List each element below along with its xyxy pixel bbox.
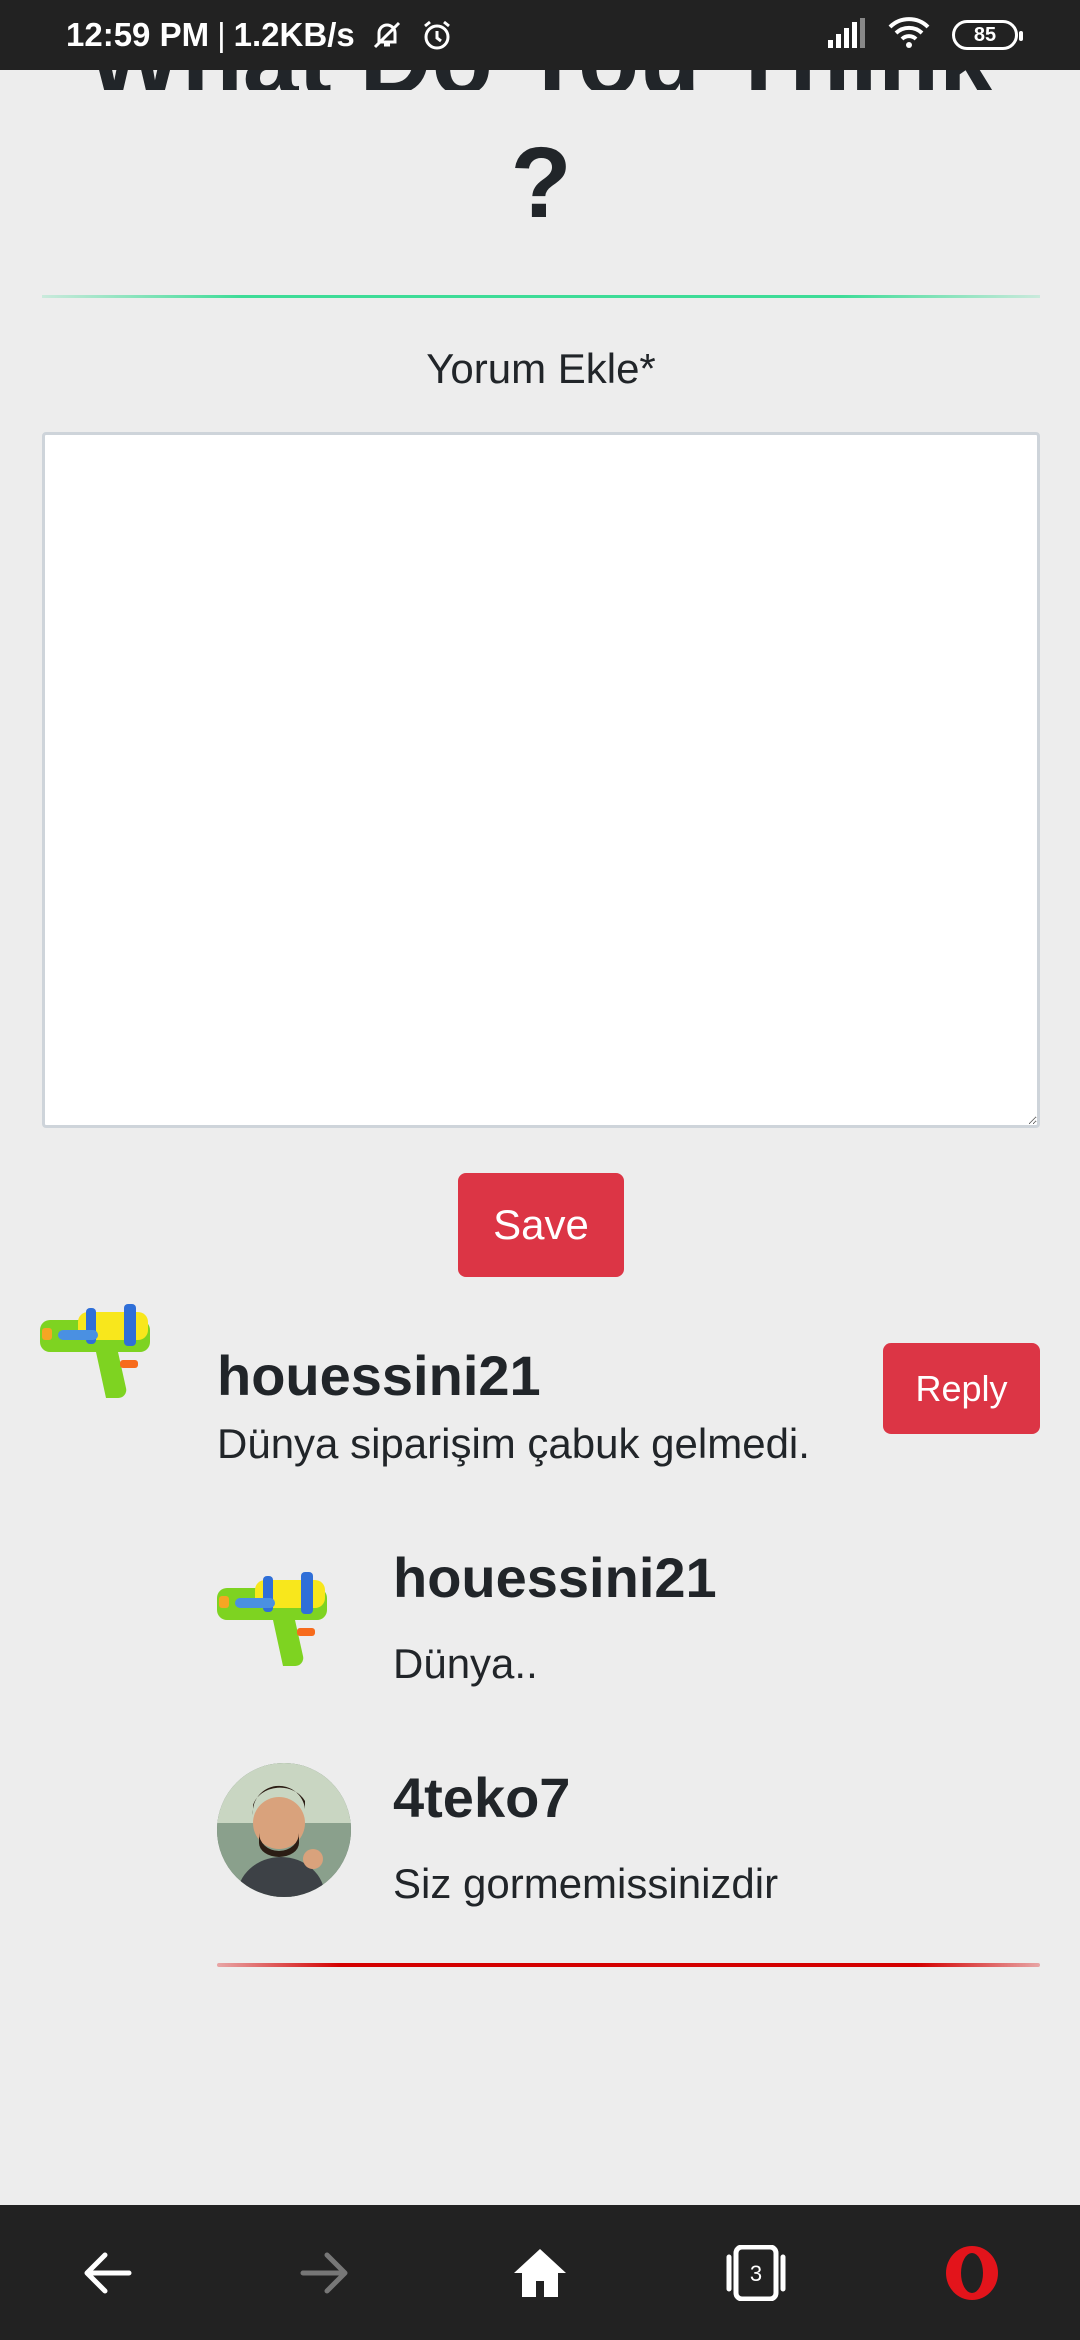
signal-icon bbox=[826, 17, 866, 53]
save-button[interactable]: Save bbox=[458, 1173, 624, 1277]
forward-arrow-icon[interactable] bbox=[264, 2213, 384, 2333]
reply-username[interactable]: houessini21 bbox=[393, 1545, 717, 1610]
reply-text: Dünya.. bbox=[393, 1640, 538, 1687]
network-speed: 1.2KB/s bbox=[233, 16, 355, 53]
comment-textarea[interactable] bbox=[42, 432, 1040, 1128]
back-arrow-icon[interactable] bbox=[48, 2213, 168, 2333]
home-icon[interactable] bbox=[480, 2213, 600, 2333]
comment-username[interactable]: houessini21 bbox=[217, 1343, 541, 1408]
water-gun-avatar bbox=[217, 1558, 351, 1692]
tab-count: 3 bbox=[750, 2261, 762, 2286]
wifi-icon bbox=[888, 16, 930, 54]
status-left: 12:59 PM | 1.2KB/s bbox=[66, 16, 455, 54]
reply-username[interactable]: 4teko7 bbox=[393, 1765, 570, 1830]
water-gun-avatar bbox=[40, 1290, 174, 1424]
user-photo-avatar bbox=[217, 1763, 351, 1897]
alarm-icon bbox=[419, 17, 455, 53]
status-bar: 12:59 PM | 1.2KB/s 85 bbox=[0, 0, 1080, 70]
reply-button[interactable]: Reply bbox=[883, 1343, 1040, 1434]
tabs-icon[interactable]: 3 bbox=[696, 2213, 816, 2333]
comment-label: Yorum Ekle* bbox=[426, 345, 656, 392]
page-heading-question: ? bbox=[510, 127, 572, 239]
opera-icon[interactable] bbox=[912, 2213, 1032, 2333]
battery-icon: 85 bbox=[952, 20, 1023, 50]
mute-icon bbox=[369, 17, 405, 53]
divider bbox=[217, 1963, 1040, 1967]
comment-text: Dünya siparişim çabuk gelmedi. bbox=[217, 1420, 810, 1467]
reply-text: Siz gormemissinizdir bbox=[393, 1860, 779, 1907]
battery-level: 85 bbox=[973, 23, 997, 46]
divider bbox=[42, 295, 1040, 298]
status-separator: | bbox=[217, 16, 226, 53]
bottom-nav: 3 bbox=[0, 2205, 1080, 2340]
status-right: 85 bbox=[826, 16, 1023, 54]
status-time: 12:59 PM bbox=[66, 16, 210, 53]
